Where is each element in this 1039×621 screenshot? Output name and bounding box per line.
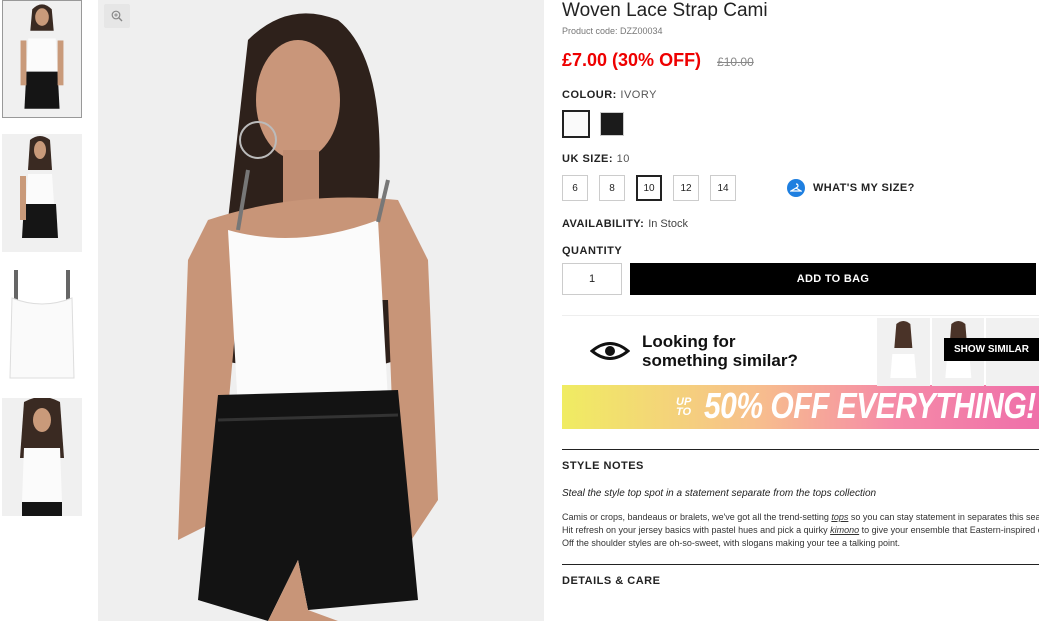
original-price: £10.00 (717, 55, 754, 69)
size-option-8[interactable]: 8 (599, 175, 625, 201)
colour-selector: COLOUR: IVORY (562, 89, 1039, 138)
model-side-thumb (2, 134, 82, 252)
size-selector: UK SIZE: 10 6 8 10 12 14 WHAT'S MY SIZE? (562, 153, 1039, 201)
cami-flat-thumb (2, 264, 82, 382)
hanger-icon (787, 179, 805, 197)
add-to-bag-button[interactable]: ADD TO BAG (630, 263, 1036, 295)
style-notes-tagline: Steal the style top spot in a statement … (562, 488, 877, 499)
details-care-heading: DETAILS & CARE (562, 575, 661, 587)
zoom-button[interactable] (104, 4, 130, 28)
price-row: £7.00 (30% OFF) £10.00 (562, 50, 1039, 71)
promo-upto: UP TO (676, 396, 692, 418)
quantity-label: QUANTITY (562, 245, 623, 257)
main-product-image[interactable] (98, 0, 544, 621)
size-option-14[interactable]: 14 (710, 175, 736, 201)
eye-icon (590, 341, 630, 360)
sale-price: £7.00 (30% OFF) (562, 50, 702, 70)
availability: AVAILABILITY: In Stock (562, 218, 1039, 230)
size-label: UK SIZE: 10 (562, 153, 630, 165)
availability-label: AVAILABILITY: (562, 218, 645, 230)
thumbnail-4[interactable] (2, 398, 82, 516)
similar-image-1 (877, 318, 930, 386)
thumbnail-3[interactable] (2, 264, 82, 382)
product-details-panel: Woven Lace Strap Cami Product code: DZZ0… (562, 0, 1039, 621)
availability-value: In Stock (648, 218, 688, 230)
thumbnail-1[interactable] (2, 0, 82, 118)
style-notes-body: Camis or crops, bandeaus or bralets, we'… (562, 512, 1039, 548)
size-option-12[interactable]: 12 (673, 175, 699, 201)
quantity-row: 1 ADD TO BAG (562, 263, 1039, 295)
size-option-10[interactable]: 10 (636, 175, 662, 201)
similar-items-banner[interactable]: Looking for something similar? SHOW SIMI… (562, 315, 1039, 386)
colour-value: IVORY (620, 89, 657, 101)
whats-my-size-label: WHAT'S MY SIZE? (813, 182, 915, 194)
style-notes-heading: STYLE NOTES (562, 460, 644, 472)
kimono-link[interactable]: kimono (830, 525, 859, 535)
swatch-ivory[interactable] (562, 110, 590, 138)
model-photo (98, 0, 544, 621)
details-care-section[interactable]: DETAILS & CARE (562, 564, 1039, 587)
promo-headline: 50% OFF EVERYTHING! (704, 386, 1036, 427)
quantity-input[interactable]: 1 (562, 263, 622, 295)
product-code: Product code: DZZ00034 (562, 26, 663, 36)
product-title: Woven Lace Strap Cami (562, 0, 768, 21)
size-value: 10 (616, 153, 630, 165)
size-options: 6 8 10 12 14 WHAT'S MY SIZE? (562, 175, 1039, 201)
colour-swatches (562, 110, 1039, 138)
size-option-6[interactable]: 6 (562, 175, 588, 201)
swatch-black[interactable] (600, 112, 624, 136)
thumbnail-2[interactable] (2, 134, 82, 252)
show-similar-button[interactable]: SHOW SIMILAR (944, 338, 1039, 361)
zoom-in-icon (111, 10, 123, 22)
tops-link[interactable]: tops (831, 512, 848, 522)
whats-my-size-link[interactable]: WHAT'S MY SIZE? (787, 179, 915, 197)
colour-label: COLOUR: IVORY (562, 89, 657, 101)
model-detail-thumb (2, 398, 82, 516)
similar-items-text: Looking for something similar? (642, 331, 798, 370)
model-front-thumb (3, 1, 81, 117)
style-notes-section: STYLE NOTES Steal the style top spot in … (562, 449, 1039, 550)
promo-banner[interactable]: UP TO 50% OFF EVERYTHING! (562, 385, 1039, 429)
